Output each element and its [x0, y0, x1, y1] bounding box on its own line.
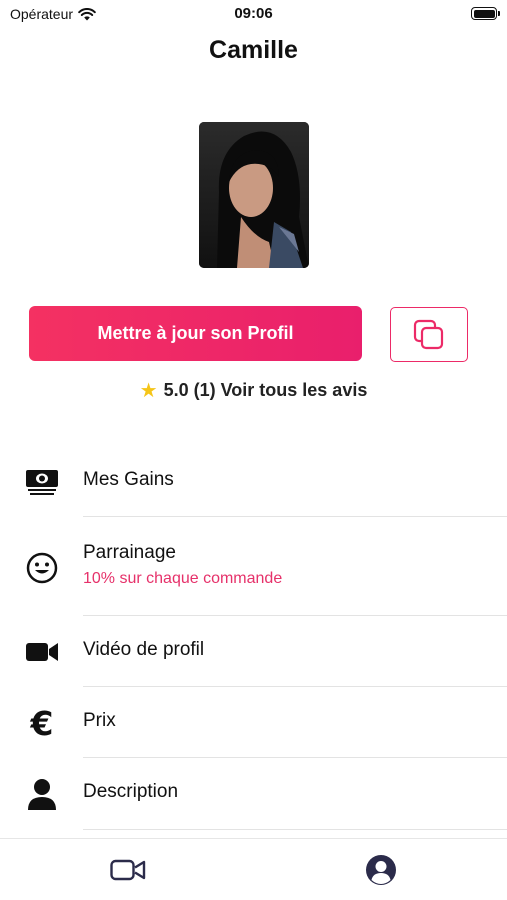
- tab-profile[interactable]: [361, 853, 401, 887]
- video-camera-icon: [24, 641, 60, 663]
- star-icon: ★: [139, 380, 158, 402]
- copy-button[interactable]: [390, 307, 468, 362]
- menu-item-label: Description: [83, 781, 179, 802]
- menu-item-label: Parrainage: [83, 542, 176, 563]
- menu-item-label: Mes Gains: [83, 469, 174, 490]
- menu-item-subtitle: 10% sur chaque commande: [83, 570, 283, 587]
- euro-icon: €: [30, 704, 54, 743]
- status-bar: Opérateur 09:06: [0, 0, 507, 30]
- page-title: Camille: [209, 36, 298, 64]
- battery-icon: [471, 7, 500, 20]
- rating-text[interactable]: 5.0 (1) Voir tous les avis: [164, 380, 368, 401]
- profile-icon: [366, 855, 396, 885]
- divider: [83, 829, 507, 830]
- menu-item-prix[interactable]: € Prix: [0, 687, 507, 758]
- money-icon: [24, 468, 60, 496]
- video-camera-icon: [110, 859, 146, 881]
- menu-list: Mes Gains Parrainage 10% sur chaque comm…: [0, 446, 507, 830]
- tab-bar: [0, 838, 507, 900]
- menu-item-label: Prix: [83, 710, 116, 731]
- menu-item-label: Vidéo de profil: [83, 639, 205, 660]
- smiley-icon: [24, 552, 60, 584]
- tab-video[interactable]: [108, 853, 148, 887]
- update-profile-button[interactable]: Mettre à jour son Profil: [29, 306, 362, 361]
- clock: 09:06: [234, 5, 273, 22]
- menu-item-gains[interactable]: Mes Gains: [0, 446, 507, 517]
- rating-row[interactable]: ★ 5.0 (1) Voir tous les avis: [0, 378, 507, 403]
- profile-photo[interactable]: [199, 122, 309, 268]
- menu-item-description[interactable]: Description: [0, 758, 507, 830]
- menu-item-parrainage[interactable]: Parrainage 10% sur chaque commande: [0, 517, 507, 616]
- copy-icon: [413, 319, 444, 349]
- person-icon: [24, 778, 60, 810]
- menu-item-video[interactable]: Vidéo de profil: [0, 616, 507, 687]
